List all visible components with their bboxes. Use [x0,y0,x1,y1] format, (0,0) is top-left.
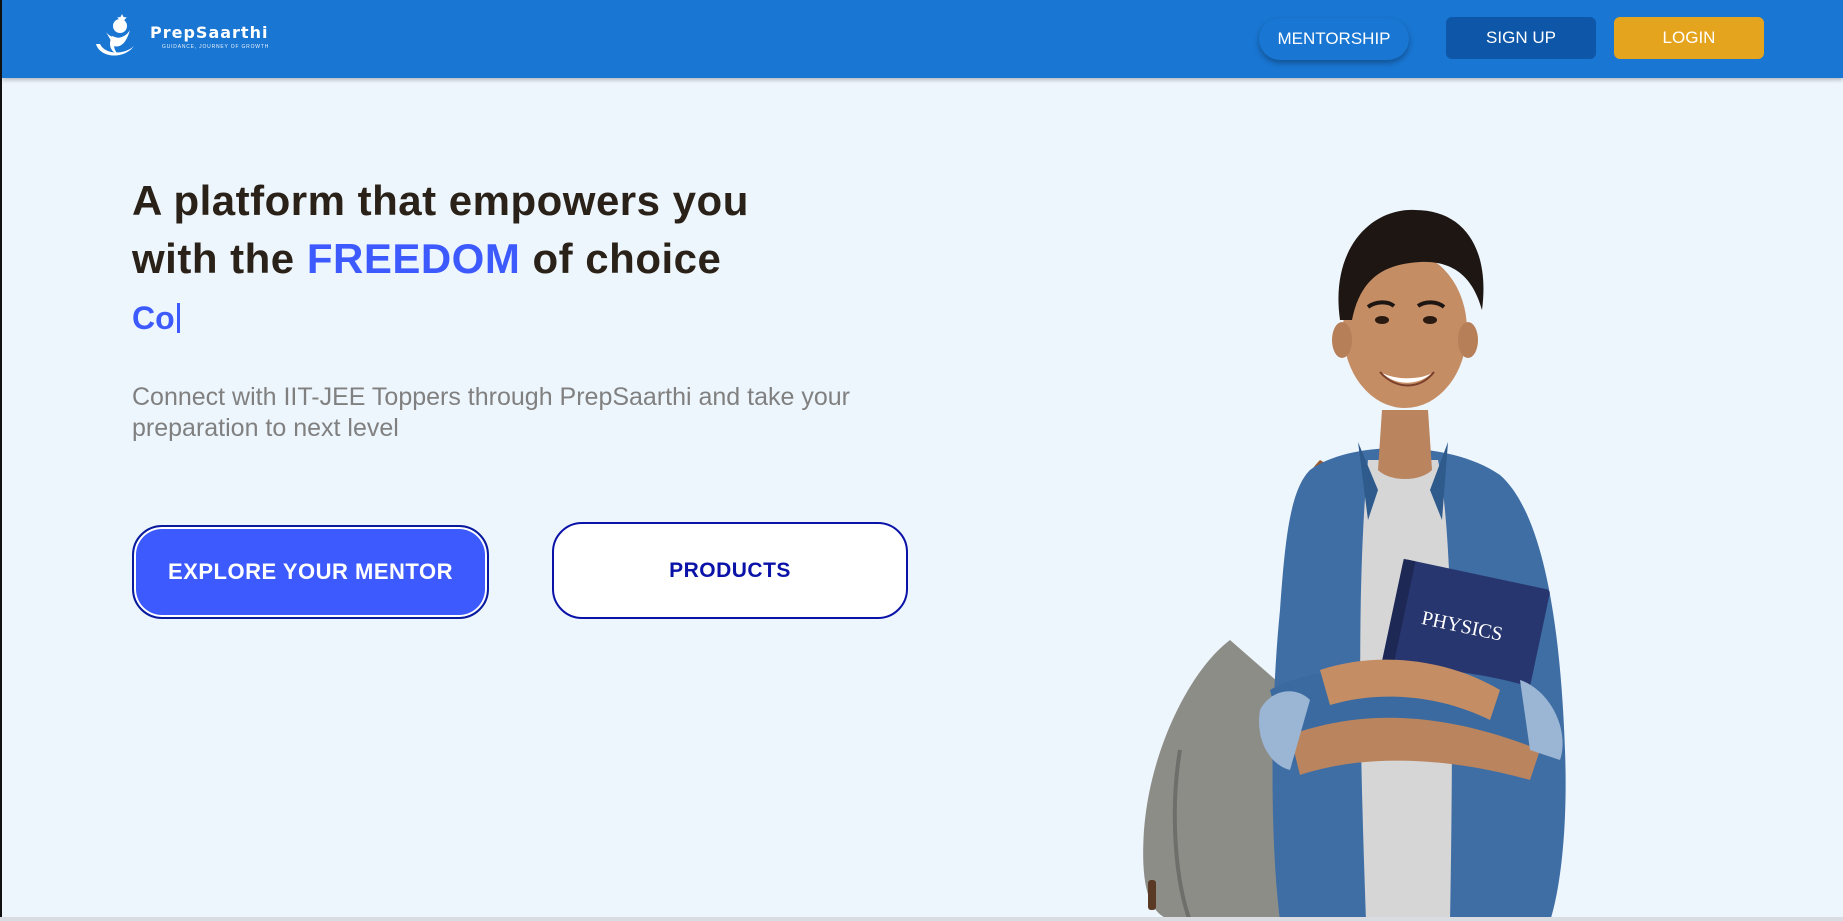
signup-button[interactable]: SIGN UP [1446,17,1596,59]
top-navbar: PrepSaarthi GUIDANCE, JOURNEY OF GROWTH … [2,0,1843,78]
brand-name: PrepSaarthi [150,22,269,42]
typewriter-value: Co [132,300,175,336]
brand-logo-icon [96,14,134,56]
brand-logo[interactable]: PrepSaarthi GUIDANCE, JOURNEY OF GROWTH [90,8,290,64]
explore-mentor-button[interactable]: EXPLORE YOUR MENTOR [132,525,489,619]
hero-headline: A platform that empowers you with the FR… [132,172,932,288]
brand-tagline: GUIDANCE, JOURNEY OF GROWTH [162,43,270,50]
student-hero-image: PHYSICS [1143,209,1566,921]
page-left-border [0,0,2,921]
headline-line-2-pre: with the [132,235,307,282]
typewriter-text: Co [132,300,180,337]
login-button[interactable]: LOGIN [1614,17,1764,59]
headline-line-2-post: of choice [520,235,722,282]
headline-accent: FREEDOM [306,235,521,282]
bottom-divider [0,917,1843,921]
typing-caret [176,303,180,333]
hero-subtext: Connect with IIT-JEE Toppers through Pre… [132,383,850,442]
mentorship-button[interactable]: MENTORSHIP [1259,18,1409,60]
products-button[interactable]: PRODUCTS [552,522,908,619]
headline-line-1: A platform that empowers you [132,177,749,224]
